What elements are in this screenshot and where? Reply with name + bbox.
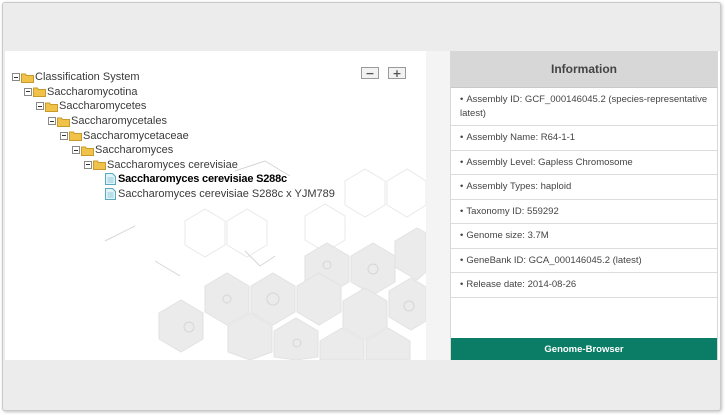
- folder-icon: [45, 102, 58, 112]
- collapse-icon[interactable]: [60, 131, 68, 140]
- tree-node-classification-system[interactable]: Classification System: [12, 70, 335, 85]
- tree-node-s288c-x-yjm789[interactable]: Saccharomyces cerevisiae S288c x YJM789: [12, 187, 335, 202]
- tree-node-saccharomycetaceae[interactable]: Saccharomycetaceae: [12, 128, 335, 143]
- info-item-assembly-id: • Assembly ID: GCF_000146045.2 (species-r…: [451, 88, 717, 126]
- folder-icon: [57, 117, 70, 127]
- document-icon: [105, 173, 116, 186]
- tree-controls: − +: [361, 67, 406, 79]
- info-item-text: Assembly Level: Gapless Chromosome: [466, 156, 633, 168]
- info-item-taxonomy-id: • Taxonomy ID: 559292: [451, 200, 717, 224]
- info-item-text: Assembly Name: R64-1-1: [466, 132, 576, 143]
- tree-node-label: Saccharomyces: [95, 144, 174, 157]
- document-icon: [105, 188, 116, 201]
- information-title: Information: [451, 51, 717, 88]
- tree-node-label: Saccharomycetaceae: [83, 129, 189, 142]
- info-item-text: Assembly Types: haploid: [466, 181, 572, 192]
- genome-browser-button[interactable]: Genome-Browser: [451, 338, 717, 360]
- tree-node-label: Classification System: [35, 71, 140, 84]
- classification-tree-panel: − + Classification System Saccharomycoti…: [5, 51, 426, 360]
- information-list: • Assembly ID: GCF_000146045.2 (species-r…: [451, 88, 717, 298]
- panel-gap: [426, 51, 450, 360]
- collapse-all-button[interactable]: −: [361, 67, 379, 79]
- content-area: − + Classification System Saccharomycoti…: [5, 51, 720, 360]
- tree-node-saccharomyces[interactable]: Saccharomyces: [12, 143, 335, 158]
- tree-node-saccharomycotina[interactable]: Saccharomycotina: [12, 85, 335, 100]
- info-item-text: Taxonomy ID: 559292: [466, 205, 559, 217]
- info-item-text: Assembly ID: GCF_000146045.2 (species-re…: [460, 94, 708, 119]
- info-item-assembly-types: • Assembly Types: haploid: [451, 175, 717, 200]
- info-item-genome-size: • Genome size: 3.7M: [451, 224, 717, 249]
- tree-node-s288c[interactable]: Saccharomyces cerevisiae S288c: [12, 172, 335, 187]
- information-panel: Information • Assembly ID: GCF_000146045.…: [450, 51, 718, 360]
- window-frame: − + Classification System Saccharomycoti…: [2, 2, 721, 411]
- folder-icon: [21, 73, 34, 83]
- collapse-icon[interactable]: [84, 160, 92, 169]
- tree-node-label: Saccharomycetales: [71, 115, 167, 128]
- info-item-text: Genome size: 3.7M: [466, 230, 549, 241]
- info-item-text: GeneBank ID: GCA_000146045.2 (latest): [466, 254, 642, 266]
- folder-icon: [93, 160, 106, 171]
- info-item-assembly-name: • Assembly Name: R64-1-1: [451, 126, 717, 151]
- tree-node-saccharomyces-cerevisiae[interactable]: Saccharomyces cerevisiae: [12, 158, 335, 173]
- info-item-release-date: • Release date: 2014-08-26: [451, 273, 717, 298]
- tree-node-label: Saccharomyces cerevisiae S288c x YJM789: [118, 188, 335, 201]
- collapse-icon[interactable]: [36, 102, 44, 111]
- folder-icon: [33, 87, 46, 98]
- tree-node-label: Saccharomyces cerevisiae: [107, 158, 238, 171]
- info-item-assembly-level: • Assembly Level: Gapless Chromosome: [451, 151, 717, 175]
- tree-node-label: Saccharomycetes: [59, 100, 147, 113]
- info-item-genebank-id: • GeneBank ID: GCA_000146045.2 (latest): [451, 249, 717, 273]
- tree-node-label: Saccharomyces cerevisiae S288c: [118, 173, 287, 186]
- expand-all-button[interactable]: +: [388, 67, 406, 79]
- tree-node-label: Saccharomycotina: [47, 85, 138, 98]
- info-item-text: Release date: 2014-08-26: [466, 279, 577, 290]
- collapse-icon[interactable]: [24, 87, 32, 96]
- collapse-icon[interactable]: [72, 146, 80, 155]
- collapse-icon[interactable]: [48, 117, 56, 126]
- tree-node-saccharomycetes[interactable]: Saccharomycetes: [12, 99, 335, 114]
- folder-icon: [81, 146, 94, 156]
- collapse-icon[interactable]: [12, 73, 20, 82]
- folder-icon: [69, 131, 82, 142]
- tree-node-saccharomycetales[interactable]: Saccharomycetales: [12, 114, 335, 129]
- classification-tree: Classification System Saccharomycotina S…: [12, 70, 335, 201]
